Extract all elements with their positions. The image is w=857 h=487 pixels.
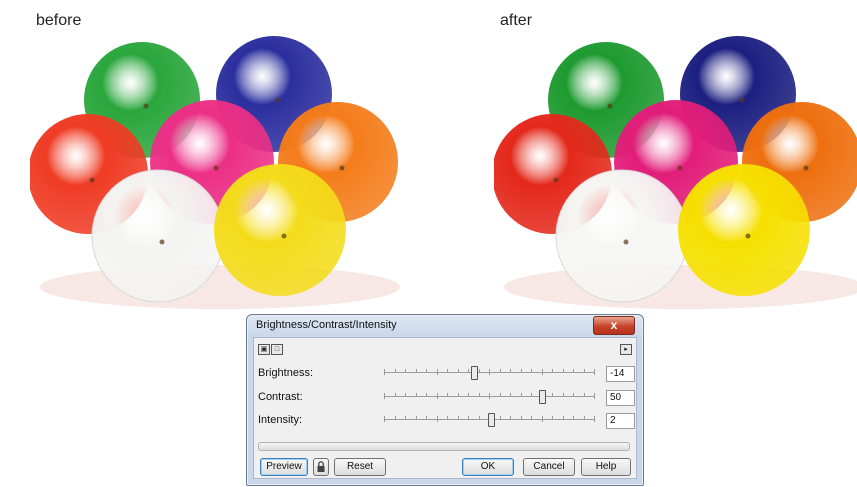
yellow-ball	[678, 164, 810, 296]
intensity-slider-thumb[interactable]	[488, 413, 496, 427]
reset-button[interactable]: Reset	[334, 458, 386, 476]
white-ball	[555, 169, 689, 303]
intensity-slider[interactable]	[384, 413, 595, 427]
help-button[interactable]: Help	[581, 458, 631, 476]
white-ball	[91, 169, 225, 303]
ok-button[interactable]: OK	[462, 458, 514, 476]
lock-icon	[317, 461, 325, 472]
before-image	[30, 36, 400, 309]
dialog-title: Brightness/Contrast/Intensity	[256, 319, 397, 331]
dialog-body: ▣ □ ▸ Brightness: -14 Contrast: 50 Intensity…	[253, 337, 637, 479]
cancel-button[interactable]: Cancel	[523, 458, 575, 476]
progress-bar	[258, 442, 630, 451]
contrast-label: Contrast:	[258, 391, 303, 403]
dialog-titlebar[interactable]: Brightness/Contrast/Intensity x	[247, 315, 643, 337]
contrast-slider-thumb[interactable]	[538, 390, 546, 404]
contrast-value-field[interactable]: 50	[606, 390, 635, 406]
split-view-icon[interactable]: ▣	[258, 344, 270, 355]
preview-button[interactable]: Preview	[260, 458, 308, 476]
lock-preview-button[interactable]	[313, 458, 329, 476]
brightness-value-field[interactable]: -14	[606, 366, 635, 382]
single-view-icon[interactable]: □	[271, 344, 283, 355]
intensity-label: Intensity:	[258, 414, 303, 426]
contrast-slider[interactable]	[384, 390, 595, 404]
brightness-contrast-dialog: Brightness/Contrast/Intensity x ▣ □ ▸ Br…	[246, 314, 644, 486]
brightness-slider[interactable]	[384, 366, 595, 380]
brightness-slider-thumb[interactable]	[471, 366, 479, 380]
brightness-label: Brightness:	[258, 367, 314, 379]
yellow-ball	[214, 164, 346, 296]
expand-arrow-icon[interactable]: ▸	[620, 344, 632, 355]
close-button[interactable]: x	[593, 316, 635, 335]
after-image	[494, 36, 857, 309]
intensity-value-field[interactable]: 2	[606, 413, 635, 429]
